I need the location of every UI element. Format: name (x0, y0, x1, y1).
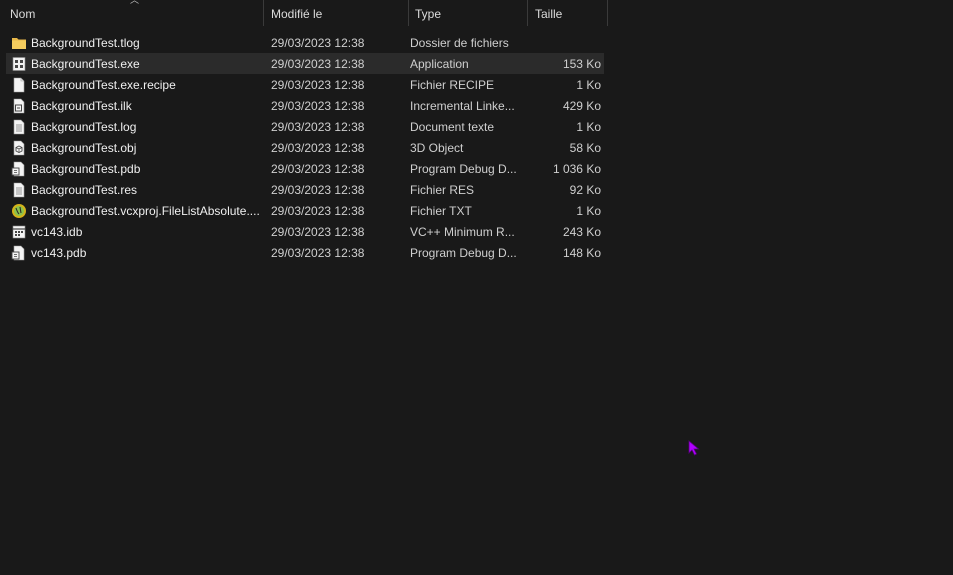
file-name-label: BackgroundTest.pdb (31, 161, 141, 176)
folder-icon (11, 35, 27, 51)
file-name-label: BackgroundTest.res (31, 182, 138, 197)
sort-ascending-icon: ︿ (130, 0, 140, 5)
file-row[interactable]: BackgroundTest.tlog 29/03/2023 12:38 Dossi… (6, 32, 604, 53)
file-row[interactable]: vc143.idb 29/03/2023 12:38 VC++ Minimum R.… (6, 221, 604, 242)
file-name-cell: vc143.idb (6, 224, 264, 240)
file-size-cell: 429 Ko (562, 98, 601, 113)
file-type-cell: Document texte (410, 119, 495, 134)
file-type-cell: 3D Object (410, 140, 464, 155)
file-type-cell: Application (410, 56, 469, 71)
linker-file-icon (11, 98, 27, 114)
debug-file-icon (11, 161, 27, 177)
file-size-cell: 92 Ko (569, 182, 601, 197)
column-header-type-label: Type (415, 7, 442, 21)
file-row[interactable]: BackgroundTest.obj 29/03/2023 12:38 3D Obj… (6, 137, 604, 158)
file-size-cell: 148 Ko (562, 245, 601, 260)
file-name-cell: BackgroundTest.tlog (6, 35, 264, 51)
file-type-cell: Dossier de fichiers (410, 35, 509, 50)
column-header-name[interactable]: Nom ︿ (0, 0, 264, 28)
file-name-cell: BackgroundTest.pdb (6, 161, 264, 177)
column-header-size[interactable]: Taille (528, 0, 608, 28)
file-name-label: BackgroundTest.tlog (31, 35, 140, 50)
file-type-cell: Program Debug D... (410, 161, 517, 176)
file-name-label: BackgroundTest.ilk (31, 98, 132, 113)
column-header-modified[interactable]: Modifié le (264, 0, 409, 28)
file-modified-cell: 29/03/2023 12:38 (271, 161, 365, 176)
file-modified-cell: 29/03/2023 12:38 (271, 140, 365, 155)
file-type-cell: Fichier RECIPE (410, 77, 495, 92)
file-modified-cell: 29/03/2023 12:38 (271, 119, 365, 134)
file-name-label: BackgroundTest.exe (31, 56, 140, 71)
file-row[interactable]: BackgroundTest.res 29/03/2023 12:38 Fichie… (6, 179, 604, 200)
file-row[interactable]: BackgroundTest.vcxproj.FileListAbsolute.… (6, 200, 604, 221)
file-modified-cell: 29/03/2023 12:38 (271, 224, 365, 239)
application-icon (11, 56, 27, 72)
file-row[interactable]: BackgroundTest.exe 29/03/2023 12:38 Applic… (6, 53, 604, 74)
file-size-cell: 1 Ko (576, 203, 601, 218)
file-modified-cell: 29/03/2023 12:38 (271, 56, 365, 71)
file-name-label: BackgroundTest.vcxproj.FileListAbsolute.… (31, 203, 260, 218)
file-type-cell: Incremental Linke... (410, 98, 515, 113)
file-modified-cell: 29/03/2023 12:38 (271, 77, 365, 92)
idb-file-icon (11, 224, 27, 240)
text-file-icon (11, 119, 27, 135)
file-modified-cell: 29/03/2023 12:38 (271, 245, 365, 260)
file-size-cell: 1 Ko (576, 119, 601, 134)
file-size-cell: 1 036 Ko (552, 161, 601, 176)
debug-file-icon (11, 245, 27, 261)
column-header: Nom ︿ Modifié le Type Taille (0, 0, 610, 28)
file-name-label: BackgroundTest.exe.recipe (31, 77, 176, 92)
file-name-cell: BackgroundTest.log (6, 119, 264, 135)
file-name-cell: BackgroundTest.exe (6, 56, 264, 72)
file-name-cell: BackgroundTest.obj (6, 140, 264, 156)
file-type-cell: Fichier RES (410, 182, 475, 197)
column-header-size-label: Taille (535, 7, 563, 21)
mouse-cursor-icon (688, 440, 700, 456)
file-modified-cell: 29/03/2023 12:38 (271, 98, 365, 113)
file-row[interactable]: BackgroundTest.ilk 29/03/2023 12:38 Increm… (6, 95, 604, 116)
file-row[interactable]: BackgroundTest.pdb 29/03/2023 12:38 Progra… (6, 158, 604, 179)
file-name-cell: BackgroundTest.exe.recipe (6, 77, 264, 93)
file-modified-cell: 29/03/2023 12:38 (271, 35, 365, 50)
file-type-cell: VC++ Minimum R... (410, 224, 515, 239)
file-list-view: Nom ︿ Modifié le Type Taille BackgroundT… (0, 0, 953, 575)
file-name-label: BackgroundTest.obj (31, 140, 137, 155)
file-size-cell: 153 Ko (562, 56, 601, 71)
file-row[interactable]: BackgroundTest.log 29/03/2023 12:38 Docume… (6, 116, 604, 137)
file-name-cell: BackgroundTest.ilk (6, 98, 264, 114)
notepad-plus-icon (11, 203, 27, 219)
file-modified-cell: 29/03/2023 12:38 (271, 182, 365, 197)
file-modified-cell: 29/03/2023 12:38 (271, 203, 365, 218)
file-name-label: vc143.pdb (31, 245, 87, 260)
file-type-cell: Program Debug D... (410, 245, 517, 260)
3d-object-icon (11, 140, 27, 156)
file-rows: BackgroundTest.tlog 29/03/2023 12:38 Dossi… (6, 32, 604, 263)
file-size-cell: 243 Ko (562, 224, 601, 239)
file-row[interactable]: vc143.pdb 29/03/2023 12:38 Program Debug D… (6, 242, 604, 263)
text-file-icon (11, 182, 27, 198)
column-header-type[interactable]: Type (409, 0, 528, 28)
column-header-modified-label: Modifié le (271, 7, 323, 21)
column-header-name-label: Nom (10, 7, 36, 21)
file-row[interactable]: BackgroundTest.exe.recipe 29/03/2023 12:3… (6, 74, 604, 95)
file-size-cell: 1 Ko (576, 77, 601, 92)
file-name-cell: BackgroundTest.vcxproj.FileListAbsolute.… (6, 203, 264, 219)
file-name-label: vc143.idb (31, 224, 83, 239)
file-type-cell: Fichier TXT (410, 203, 472, 218)
blank-file-icon (11, 77, 27, 93)
file-size-cell: 58 Ko (569, 140, 601, 155)
file-name-cell: BackgroundTest.res (6, 182, 264, 198)
file-name-label: BackgroundTest.log (31, 119, 137, 134)
file-name-cell: vc143.pdb (6, 245, 264, 261)
